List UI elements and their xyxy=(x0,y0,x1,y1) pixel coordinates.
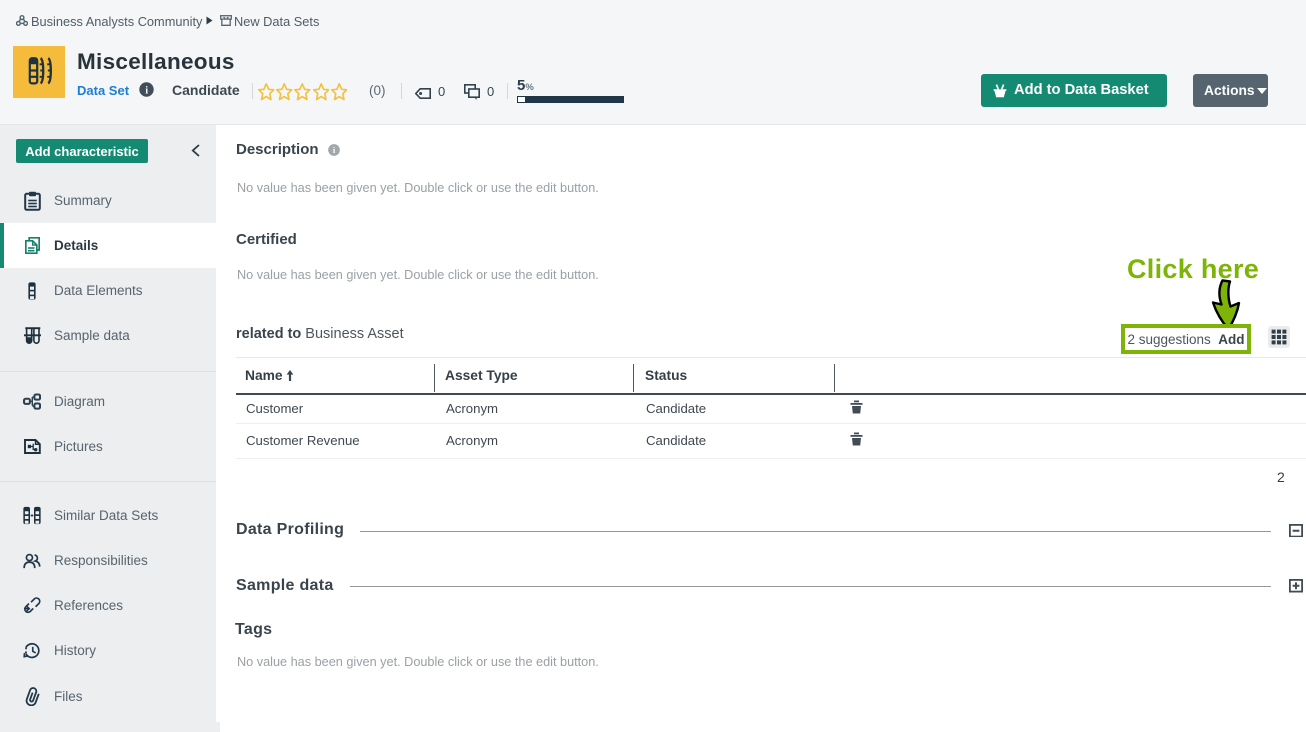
svg-text:i: i xyxy=(145,85,148,96)
